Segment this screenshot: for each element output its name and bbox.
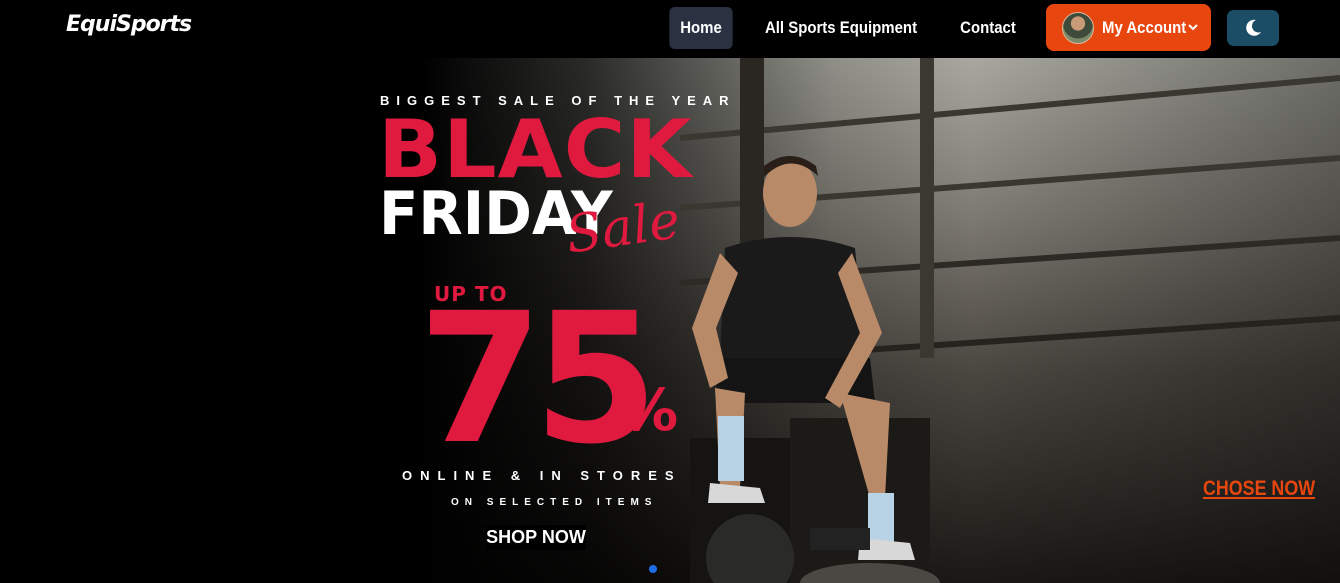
- slider-dot[interactable]: [649, 565, 657, 573]
- hero-selected-items: ON SELECTED ITEMS: [451, 497, 658, 508]
- site-logo[interactable]: EquiSports: [66, 12, 192, 37]
- my-account-button[interactable]: My Account: [1046, 4, 1211, 51]
- moon-icon: [1246, 19, 1261, 36]
- nav-contact-link[interactable]: Contact: [953, 7, 1023, 49]
- shop-now-button[interactable]: SHOP NOW: [486, 525, 586, 550]
- chevron-down-icon: [1188, 24, 1198, 31]
- nav-all-equipment-link[interactable]: All Sports Equipment: [764, 7, 919, 49]
- navbar: EquiSports Home All Sports Equipment Con…: [0, 0, 1340, 58]
- chose-now-link[interactable]: CHOSE NOW: [1203, 477, 1315, 501]
- avatar: [1062, 12, 1094, 44]
- hero-discount-sign: %: [620, 376, 679, 444]
- hero-headline-black: BLACK: [378, 103, 693, 196]
- theme-toggle-button[interactable]: [1227, 10, 1279, 46]
- hero-discount-number: 75: [418, 275, 658, 484]
- hero-online-stores: ONLINE & IN STORES: [402, 468, 682, 483]
- hero-banner: BIGGEST SALE OF THE YEAR BLACK FRIDAY Sa…: [0, 58, 1340, 583]
- my-account-label: My Account: [1102, 18, 1187, 37]
- nav-home-link[interactable]: Home: [669, 7, 733, 49]
